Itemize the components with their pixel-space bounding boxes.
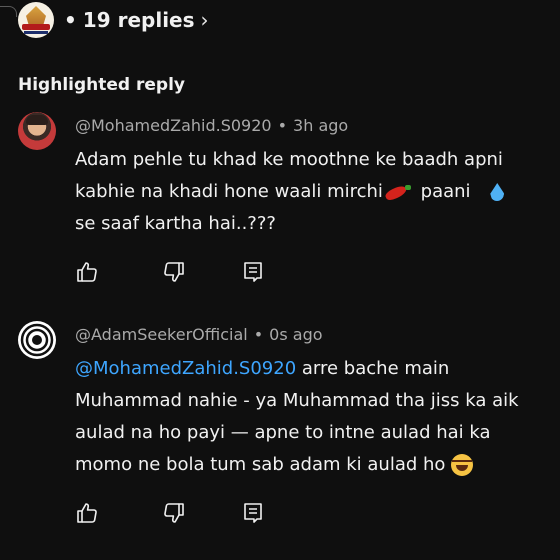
thumbs-down-icon[interactable] xyxy=(162,260,186,284)
comment-line-text: arre bache main xyxy=(296,358,450,379)
avatar[interactable] xyxy=(18,321,56,359)
comment-line-text: momo ne bola tum sab adam ki aulad ho xyxy=(75,454,452,475)
thumbs-up-icon[interactable] xyxy=(75,501,99,525)
thumbs-up-icon[interactable] xyxy=(75,260,99,284)
comment-time: 3h ago xyxy=(293,116,349,135)
comment-line: se saaf kartha hai..??? xyxy=(75,213,276,234)
comment-line-text: paani xyxy=(414,181,477,202)
reply-comment-icon[interactable] xyxy=(241,260,265,284)
replies-count-label: 19 replies xyxy=(82,8,195,32)
comment-actions xyxy=(75,501,275,525)
logo-band-shape xyxy=(22,24,50,30)
droplet-emoji-icon xyxy=(490,183,505,201)
comment-line: kabhie na khadi hone waali mirchi paani xyxy=(75,176,560,208)
comment-line: Adam pehle tu khad ke moothne ke baadh a… xyxy=(75,149,503,170)
comment-line-text: kabhie na khadi hone waali mirchi xyxy=(75,181,383,202)
target-logo-icon xyxy=(19,322,55,358)
channel-avatar[interactable] xyxy=(18,2,54,38)
section-title: Highlighted reply xyxy=(18,75,185,95)
comment-line: aulad na ho payi — apne to intne aulad h… xyxy=(75,422,491,443)
replies-bar[interactable]: • 19 replies › xyxy=(0,0,560,44)
comment-line: momo ne bola tum sab adam ki aulad ho xyxy=(75,449,560,481)
comment-line: Muhammad nahie - ya Muhammad tha jiss ka… xyxy=(75,390,519,411)
tears-of-joy-emoji-icon xyxy=(451,454,474,476)
thread-connector-line xyxy=(0,6,17,17)
avatar[interactable] xyxy=(18,112,56,150)
chevron-right-icon: › xyxy=(200,8,209,32)
logo-temple-shape xyxy=(26,6,46,24)
avatar-hair-shape xyxy=(26,115,48,125)
comment-line: @MohamedZahid.S0920 arre bache main xyxy=(75,353,560,385)
bullet-separator: • xyxy=(64,8,77,32)
thumbs-down-icon[interactable] xyxy=(162,501,186,525)
author-handle[interactable]: @MohamedZahid.S0920 xyxy=(75,116,272,135)
comment-meta: @MohamedZahid.S0920 • 3h ago xyxy=(75,116,348,135)
comment-text: @MohamedZahid.S0920 arre bache main Muha… xyxy=(75,353,560,481)
logo-base-shape xyxy=(24,31,48,34)
reply-comment-icon[interactable] xyxy=(241,501,265,525)
comment-meta: @AdamSeekerOfficial • 0s ago xyxy=(75,325,323,344)
meta-separator: • xyxy=(277,116,288,135)
mention-link[interactable]: @MohamedZahid.S0920 xyxy=(75,358,296,379)
comment-time: 0s ago xyxy=(269,325,323,344)
chili-emoji-icon xyxy=(385,185,413,199)
author-handle[interactable]: @AdamSeekerOfficial xyxy=(75,325,248,344)
view-replies-link[interactable]: • 19 replies › xyxy=(64,8,209,32)
comment-text: Adam pehle tu khad ke moothne ke baadh a… xyxy=(75,144,560,240)
meta-separator: • xyxy=(253,325,264,344)
comment-actions xyxy=(75,260,275,284)
